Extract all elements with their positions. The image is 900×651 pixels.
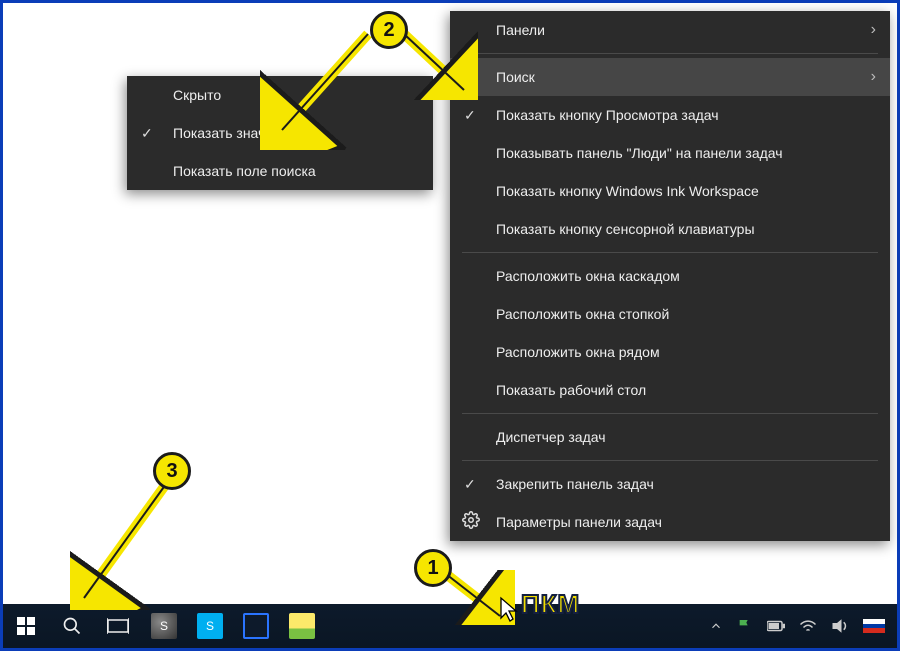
menu-separator (462, 53, 878, 54)
menu-label: Панели (496, 22, 545, 38)
taskbar-app-snagit[interactable]: S (141, 604, 187, 648)
annotation-arrow-3 (70, 480, 180, 610)
menu-item-show-desktop[interactable]: Показать рабочий стол (450, 371, 890, 409)
menu-item-search[interactable]: Поиск › (450, 58, 890, 96)
taskbar-app-generic-blue[interactable] (233, 604, 279, 648)
menu-item-task-view[interactable]: ✓ Показать кнопку Просмотра задач (450, 96, 890, 134)
menu-label: Диспетчер задач (496, 429, 606, 445)
volume-icon[interactable] (831, 618, 849, 634)
start-button[interactable] (3, 604, 49, 648)
wifi-icon[interactable] (799, 619, 817, 633)
menu-separator (462, 252, 878, 253)
menu-item-cascade[interactable]: Расположить окна каскадом (450, 257, 890, 295)
taskbar-search-icon-button[interactable] (49, 604, 95, 648)
menu-label: Показать рабочий стол (496, 382, 646, 398)
skype-icon: S (206, 619, 214, 633)
menu-separator (462, 460, 878, 461)
taskbar-app-skype[interactable]: S (187, 604, 233, 648)
menu-item-taskbar-settings[interactable]: Параметры панели задач (450, 503, 890, 541)
chevron-right-icon: › (871, 21, 876, 39)
battery-icon[interactable] (767, 620, 785, 632)
chevron-up-icon[interactable] (709, 619, 723, 633)
menu-item-panels[interactable]: Панели › (450, 11, 890, 49)
menu-item-ink-workspace[interactable]: Показать кнопку Windows Ink Workspace (450, 172, 890, 210)
language-indicator-ru[interactable] (863, 619, 885, 633)
menu-label: Показать кнопку Просмотра задач (496, 107, 719, 123)
menu-label: Показывать панель "Люди" на панели задач (496, 145, 783, 161)
gear-icon (462, 511, 480, 533)
annotation-label-pkm: ПКМ (521, 589, 580, 620)
flag-icon[interactable] (737, 618, 753, 634)
menu-label: Показать кнопку сенсорной клавиатуры (496, 221, 755, 237)
app-glyph-icon: S (160, 619, 168, 633)
annotation-arrow-2-left (260, 30, 380, 150)
menu-item-task-manager[interactable]: Диспетчер задач (450, 418, 890, 456)
menu-label: Расположить окна каскадом (496, 268, 680, 284)
menu-label: Параметры панели задач (496, 514, 662, 530)
chevron-right-icon: › (871, 68, 876, 86)
annotation-badge-3: 3 (153, 452, 191, 490)
search-icon (62, 616, 82, 636)
cursor-icon (499, 596, 519, 622)
badge-number: 1 (427, 557, 438, 580)
menu-label: Расположить окна стопкой (496, 306, 669, 322)
menu-label: Поиск (496, 69, 535, 85)
menu-separator (462, 413, 878, 414)
system-tray (709, 604, 897, 648)
menu-item-side-by-side[interactable]: Расположить окна рядом (450, 333, 890, 371)
menu-item-people[interactable]: Показывать панель "Люди" на панели задач (450, 134, 890, 172)
badge-number: 2 (383, 19, 394, 42)
annotation-badge-1: 1 (414, 549, 452, 587)
menu-label: Скрыто (173, 87, 221, 103)
menu-label: Закрепить панель задач (496, 476, 654, 492)
menu-item-lock-taskbar[interactable]: ✓ Закрепить панель задач (450, 465, 890, 503)
taskbar-app-notepad[interactable] (279, 604, 325, 648)
check-icon: ✓ (464, 475, 476, 493)
menu-item-stacked[interactable]: Расположить окна стопкой (450, 295, 890, 333)
annotation-arrow-2-right (398, 30, 478, 100)
check-icon: ✓ (464, 106, 476, 124)
annotation-badge-2: 2 (370, 11, 408, 49)
check-icon: ✓ (141, 124, 153, 142)
menu-label: Расположить окна рядом (496, 344, 660, 360)
taskbar-context-menu: Панели › Поиск › ✓ Показать кнопку Просм… (450, 11, 890, 541)
badge-number: 3 (166, 460, 177, 483)
windows-logo-icon (17, 617, 35, 635)
task-view-icon (107, 617, 129, 635)
menu-label: Показать кнопку Windows Ink Workspace (496, 183, 759, 199)
submenu-item-show-field[interactable]: Показать поле поиска (127, 152, 433, 190)
menu-label: Показать поле поиска (173, 163, 316, 179)
task-view-button[interactable] (95, 604, 141, 648)
menu-item-touch-keyboard[interactable]: Показать кнопку сенсорной клавиатуры (450, 210, 890, 248)
